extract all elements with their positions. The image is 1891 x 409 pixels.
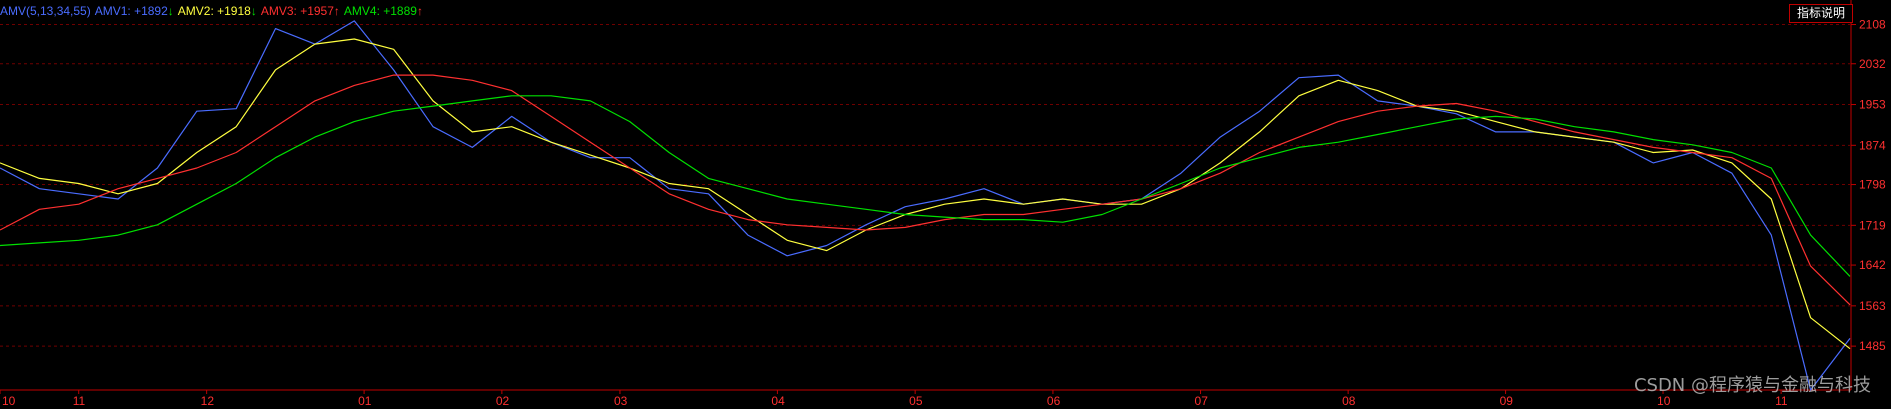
x-tick-label: 07 <box>1195 394 1209 408</box>
series-line-amv1 <box>0 20 1851 391</box>
x-tick-label: 06 <box>1047 394 1061 408</box>
amv-chart: 2108 2032 1953 1874 1798 1719 1642 1563 1485 10 1… <box>0 0 1886 408</box>
x-tick-label: 04 <box>771 394 785 408</box>
legend-arrow-icon: ↑ <box>416 4 423 18</box>
legend-item: AMV2: +1918↓ <box>178 4 257 18</box>
legend-item: AMV1: +1892↓ <box>95 4 174 18</box>
legend-item: AMV(5,13,34,55) <box>0 4 91 18</box>
y-tick-label: 2108 <box>1859 18 1886 32</box>
series-line-amv4 <box>0 95 1851 277</box>
legend-text: AMV(5,13,34,55) <box>0 4 91 18</box>
y-tick-label: 1642 <box>1859 258 1886 272</box>
y-tick-label: 1485 <box>1859 339 1886 353</box>
grid-lines <box>0 24 1850 347</box>
series-line-amv3 <box>0 74 1851 306</box>
legend-item: AMV4: +1889↑ <box>344 4 423 18</box>
y-tick-label: 1719 <box>1859 218 1886 232</box>
indicator-legend: AMV(5,13,34,55) AMV1: +1892↓ AMV2: +1918↓ A… <box>0 4 427 18</box>
legend-arrow-icon: ↑ <box>333 4 340 18</box>
y-tick-label: 1563 <box>1859 299 1886 313</box>
legend-item: AMV3: +1957↑ <box>261 4 340 18</box>
x-tick-label: 10 <box>2 394 16 408</box>
series-line-amv2 <box>0 38 1851 350</box>
y-tick-label: 1874 <box>1859 138 1886 152</box>
y-tick-label: 2032 <box>1859 57 1886 71</box>
x-tick-label: 11 <box>73 394 86 408</box>
indicator-help-button[interactable]: 指标说明 <box>1788 4 1853 23</box>
watermark: CSDN @程序猿与金融与科技 <box>1633 375 1871 396</box>
x-tick-label: 12 <box>201 394 215 408</box>
x-tick-label: 02 <box>496 394 510 408</box>
y-tick-label: 1953 <box>1859 98 1886 112</box>
x-tick-label: 01 <box>358 394 372 408</box>
x-tick-label: 09 <box>1500 394 1514 408</box>
y-tick-label: 1798 <box>1859 178 1886 192</box>
x-tick-label: 03 <box>614 394 628 408</box>
legend-arrow-icon: ↓ <box>167 4 174 18</box>
legend-text: AMV4: +1889 <box>343 4 417 18</box>
x-axis-ticks: 10 11 12 01 02 03 04 05 06 07 08 09 10 11 <box>0 390 1788 408</box>
legend-text: AMV1: +1892 <box>94 4 168 18</box>
series-lines <box>0 20 1851 391</box>
legend-text: AMV3: +1957 <box>260 4 334 18</box>
y-axis-ticks: 2108 2032 1953 1874 1798 1719 1642 1563 1485 <box>1851 18 1886 353</box>
legend-arrow-icon: ↓ <box>250 4 257 18</box>
legend-text: AMV2: +1918 <box>177 4 251 18</box>
x-tick-label: 05 <box>909 394 923 408</box>
x-tick-label: 08 <box>1342 394 1356 408</box>
